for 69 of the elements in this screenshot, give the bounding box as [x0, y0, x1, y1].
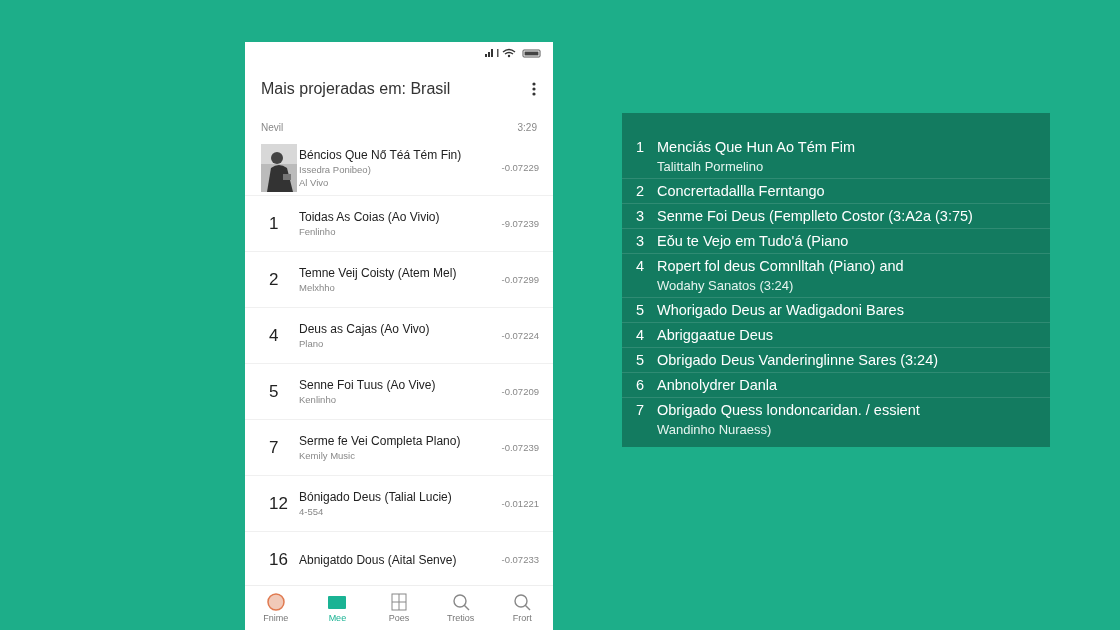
- song-title[interactable]: Anbnolydrer Danla: [657, 377, 778, 393]
- artist-name: Melxhho: [299, 282, 336, 293]
- song-title[interactable]: Obrigado Quess londoncaridan. / essient: [657, 402, 920, 418]
- rank-number: 3: [636, 208, 646, 224]
- grid-icon: [389, 593, 409, 611]
- nav-tab[interactable]: Tretios: [429, 586, 492, 630]
- song-title[interactable]: Deus as Cajas (Ao Vivo): [299, 322, 502, 336]
- artist-name: Kemily Music: [299, 450, 356, 461]
- rank-number: 5: [636, 302, 646, 318]
- rank-number: 2: [268, 269, 280, 290]
- artist-name: Wandinho Nuraess): [657, 422, 773, 437]
- list-header-time: 3:29: [517, 121, 537, 133]
- more-icon[interactable]: [531, 81, 537, 97]
- nav-tab[interactable]: Fnime: [245, 586, 307, 630]
- folder-icon: [327, 593, 348, 611]
- song-title[interactable]: Whorigado Deus ar Wadigadoni Bares: [657, 302, 904, 318]
- rank-number: 5: [636, 352, 646, 368]
- song-title[interactable]: Abnigatdo Dous (Aital Senve): [299, 552, 502, 567]
- song-title[interactable]: Béncios Que Nő Téá Tém Fin): [299, 147, 502, 162]
- song-time: -0.07233: [501, 554, 539, 565]
- song-title[interactable]: Toidas As Coias (Ao Vivio): [299, 210, 502, 224]
- rank-number: 1: [636, 139, 646, 157]
- song-title[interactable]: Ropert fol deus Comnlltah (Piano) and: [657, 258, 904, 274]
- rank-number: 2: [636, 183, 646, 199]
- rank-number: 12: [268, 493, 289, 514]
- song-time: -0.01221: [501, 498, 539, 509]
- nav-tab[interactable]: Mee: [306, 586, 369, 630]
- rank-number: 4: [268, 325, 280, 346]
- song-time: -0.07224: [501, 330, 539, 341]
- artist-name: Issedra Ponibeo): [299, 163, 372, 175]
- song-title[interactable]: Senne Foi Tuus (Ao Vive): [299, 378, 502, 392]
- song-time: -0.07239: [501, 442, 539, 453]
- song-time: -9.07239: [501, 218, 539, 229]
- rank-number: 16: [268, 549, 289, 570]
- screen-title: Mais projeradas em: Brasil: [261, 80, 451, 98]
- search-icon: [450, 593, 471, 611]
- nav-tab[interactable]: Frort: [491, 586, 553, 630]
- rank-number: 5: [268, 381, 280, 402]
- rank-number: 4: [636, 327, 646, 343]
- song-title[interactable]: Menciás Que Hun Ao Tém Fim: [657, 139, 855, 155]
- song-time: -0.07229: [501, 162, 539, 173]
- search-icon: [512, 593, 533, 611]
- rank-number: 1: [268, 213, 280, 234]
- song-title[interactable]: Serme fe Vei Completa Plano): [299, 434, 502, 448]
- status-icons: [485, 48, 543, 58]
- list-header-label: Nevil: [261, 121, 284, 133]
- song-time: -0.07299: [501, 274, 539, 285]
- artist-name: Talittalh Pormelino: [657, 159, 765, 174]
- song-note: Al Vivo: [299, 176, 330, 188]
- song-title[interactable]: Abriggaatue Deus: [657, 327, 774, 343]
- artist-name: Kenlinho: [299, 394, 337, 405]
- song-title[interactable]: Concrertadallla Ferntango: [657, 183, 825, 199]
- rank-number: 7: [268, 437, 280, 458]
- song-time: -0.07209: [501, 386, 539, 397]
- artist-name: Wodahy Sanatos (3:24): [657, 278, 795, 293]
- song-title[interactable]: Temne Veij Coisty (Atem Mel): [299, 266, 502, 280]
- circle-icon: [265, 593, 286, 611]
- rank-number: 3: [636, 233, 646, 249]
- song-title[interactable]: Bónigado Deus (Talial Lucie): [299, 490, 502, 504]
- rank-number: 6: [636, 377, 646, 393]
- nav-tab[interactable]: Poes: [368, 586, 430, 630]
- rank-number: 4: [636, 258, 646, 276]
- artist-name: Fenlinho: [299, 226, 337, 237]
- artist-name: 4-554: [299, 506, 325, 517]
- song-title[interactable]: Obrigado Deus Vanderinglinne Sares (3:24): [657, 352, 939, 368]
- rank-number: 7: [636, 402, 646, 420]
- song-title[interactable]: Eǒu te Vejo em Tudo'á (Piano: [657, 233, 849, 249]
- artist-name: Plano: [299, 338, 325, 349]
- song-title[interactable]: Senme Foi Deus (Femplleto Costor (3:A2a (3:75): [657, 208, 973, 224]
